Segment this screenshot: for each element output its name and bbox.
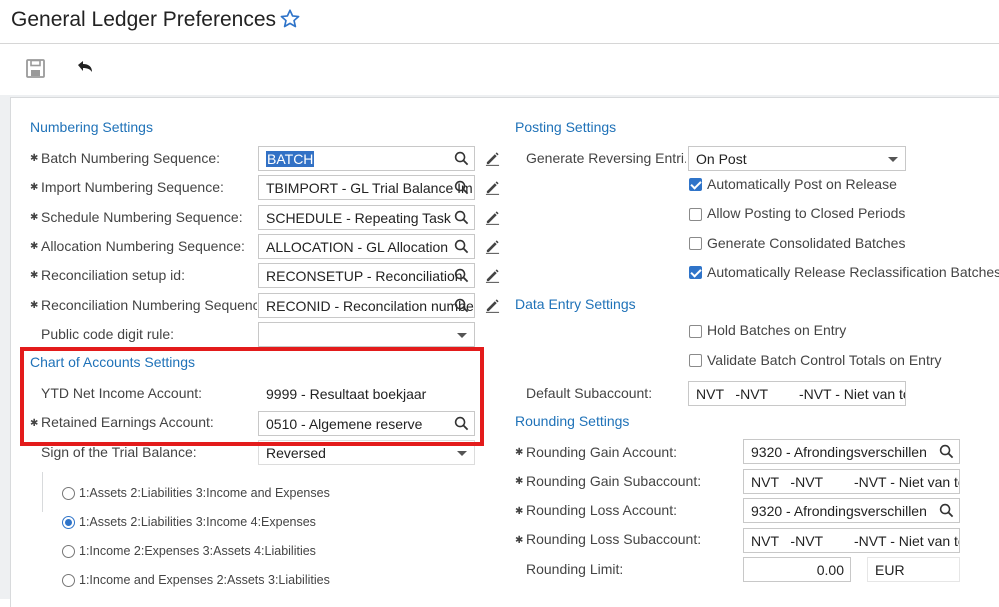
search-icon[interactable] bbox=[454, 298, 469, 313]
default-subaccount-label: Default Subaccount: bbox=[526, 385, 653, 401]
radio-option-1-label: 1:Assets 2:Liabilities 3:Income and Expe… bbox=[79, 486, 330, 500]
rounding-gain-account-label: Rounding Gain Account: bbox=[526, 444, 677, 460]
section-rounding-settings: Rounding Settings bbox=[515, 413, 630, 429]
radio-option-3[interactable] bbox=[62, 545, 75, 558]
rounding-gain-subaccount-input[interactable]: NVT -NVT -NVT - Niet van toe bbox=[743, 469, 960, 494]
toolbar bbox=[0, 45, 999, 95]
hold-batches-label: Hold Batches on Entry bbox=[707, 322, 847, 338]
required-marker: ✱ bbox=[515, 506, 524, 517]
auto-post-checkbox[interactable] bbox=[689, 178, 702, 191]
edit-pencil-icon[interactable] bbox=[485, 239, 500, 254]
allow-closed-periods-checkbox[interactable] bbox=[689, 208, 702, 221]
required-marker: ✱ bbox=[30, 241, 39, 252]
save-icon[interactable] bbox=[24, 57, 48, 81]
radio-option-3-label: 1:Income 2:Expenses 3:Assets 4:Liabiliti… bbox=[79, 544, 316, 558]
undo-icon[interactable] bbox=[73, 57, 97, 81]
allocation-numbering-label: Allocation Numbering Sequence: bbox=[41, 238, 245, 254]
chevron-down-icon bbox=[888, 157, 898, 162]
chevron-down-icon bbox=[457, 333, 467, 338]
rounding-gain-subaccount-label: Rounding Gain Subaccount: bbox=[526, 473, 702, 489]
schedule-numbering-input[interactable]: SCHEDULE - Repeating Task bbox=[258, 205, 475, 230]
radio-group-border bbox=[42, 472, 43, 512]
allow-closed-periods-label: Allow Posting to Closed Periods bbox=[707, 205, 906, 221]
rounding-loss-account-label: Rounding Loss Account: bbox=[526, 502, 677, 518]
public-code-label: Public code digit rule: bbox=[41, 326, 175, 342]
allocation-numbering-input[interactable]: ALLOCATION - GL Allocation bbox=[258, 234, 475, 259]
auto-release-reclass-checkbox[interactable] bbox=[689, 266, 702, 279]
reconciliation-setup-input[interactable]: RECONSETUP - Reconciliation bbox=[258, 263, 475, 288]
rounding-loss-account-input[interactable]: 9320 - Afrondingsverschillen bbox=[743, 498, 960, 523]
generate-reversing-select[interactable]: On Post bbox=[688, 146, 906, 171]
favorite-star-icon[interactable] bbox=[279, 8, 301, 30]
required-marker: ✱ bbox=[30, 300, 39, 311]
rounding-loss-subaccount-label: Rounding Loss Subaccount: bbox=[526, 531, 702, 547]
rounding-gain-account-input[interactable]: 9320 - Afrondingsverschillen bbox=[743, 439, 960, 464]
required-marker: ✱ bbox=[30, 153, 39, 164]
rounding-limit-label: Rounding Limit: bbox=[526, 561, 624, 577]
radio-option-2-label: 1:Assets 2:Liabilities 3:Income 4:Expens… bbox=[79, 515, 316, 529]
radio-option-4[interactable] bbox=[62, 574, 75, 587]
radio-option-4-label: 1:Income and Expenses 2:Assets 3:Liabili… bbox=[79, 573, 330, 587]
search-icon[interactable] bbox=[454, 180, 469, 195]
default-subaccount-input[interactable]: NVT -NVT -NVT - Niet van toe bbox=[688, 381, 906, 406]
edit-pencil-icon[interactable] bbox=[485, 180, 500, 195]
auto-post-label: Automatically Post on Release bbox=[707, 176, 897, 192]
batch-numbering-label: Batch Numbering Sequence: bbox=[41, 150, 220, 166]
required-marker: ✱ bbox=[30, 270, 39, 281]
search-icon[interactable] bbox=[454, 151, 469, 166]
generate-reversing-label: Generate Reversing Entri... bbox=[526, 150, 686, 166]
highlight-box bbox=[20, 347, 484, 446]
edit-pencil-icon[interactable] bbox=[485, 151, 500, 166]
rounding-limit-currency: EUR bbox=[867, 557, 960, 582]
rounding-limit-input[interactable]: 0.00 bbox=[743, 557, 851, 582]
public-code-select[interactable] bbox=[258, 322, 475, 347]
title-bar: General Ledger Preferences bbox=[0, 0, 999, 44]
consolidated-batches-label: Generate Consolidated Batches bbox=[707, 235, 906, 251]
edit-pencil-icon[interactable] bbox=[485, 268, 500, 283]
chevron-down-icon bbox=[457, 451, 467, 456]
reconciliation-setup-label: Reconciliation setup id: bbox=[41, 267, 185, 283]
validate-totals-label: Validate Batch Control Totals on Entry bbox=[707, 352, 942, 368]
validate-totals-checkbox[interactable] bbox=[689, 354, 702, 367]
schedule-numbering-label: Schedule Numbering Sequence: bbox=[41, 209, 243, 225]
section-posting-settings: Posting Settings bbox=[515, 119, 617, 135]
import-numbering-label: Import Numbering Sequence: bbox=[41, 179, 224, 195]
search-icon[interactable] bbox=[939, 503, 954, 518]
reconciliation-numbering-label: Reconciliation Numbering Sequence: bbox=[41, 297, 257, 313]
edit-pencil-icon[interactable] bbox=[485, 298, 500, 313]
required-marker: ✱ bbox=[515, 535, 524, 546]
search-icon[interactable] bbox=[939, 444, 954, 459]
hold-batches-checkbox[interactable] bbox=[689, 325, 702, 338]
radio-option-1[interactable] bbox=[62, 487, 75, 500]
search-icon[interactable] bbox=[454, 268, 469, 283]
import-numbering-input[interactable]: TBIMPORT - GL Trial Balance Im bbox=[258, 175, 475, 200]
search-icon[interactable] bbox=[454, 210, 469, 225]
edit-pencil-icon[interactable] bbox=[485, 210, 500, 225]
required-marker: ✱ bbox=[515, 476, 524, 487]
required-marker: ✱ bbox=[30, 182, 39, 193]
search-icon[interactable] bbox=[454, 239, 469, 254]
section-numbering-settings: Numbering Settings bbox=[30, 119, 153, 135]
batch-numbering-input[interactable]: BATCH bbox=[258, 146, 475, 171]
required-marker: ✱ bbox=[515, 447, 524, 458]
required-marker: ✱ bbox=[30, 212, 39, 223]
consolidated-batches-checkbox[interactable] bbox=[689, 237, 702, 250]
radio-option-2[interactable] bbox=[62, 516, 75, 529]
rounding-loss-subaccount-input[interactable]: NVT -NVT -NVT - Niet van toe bbox=[743, 528, 960, 553]
auto-release-reclass-label: Automatically Release Reclassification B… bbox=[707, 264, 999, 280]
page-title: General Ledger Preferences bbox=[11, 8, 276, 31]
sign-trial-balance-label: Sign of the Trial Balance: bbox=[41, 444, 197, 460]
section-data-entry-settings: Data Entry Settings bbox=[515, 296, 636, 312]
reconciliation-numbering-input[interactable]: RECONID - Reconcilation numbe bbox=[258, 293, 475, 318]
